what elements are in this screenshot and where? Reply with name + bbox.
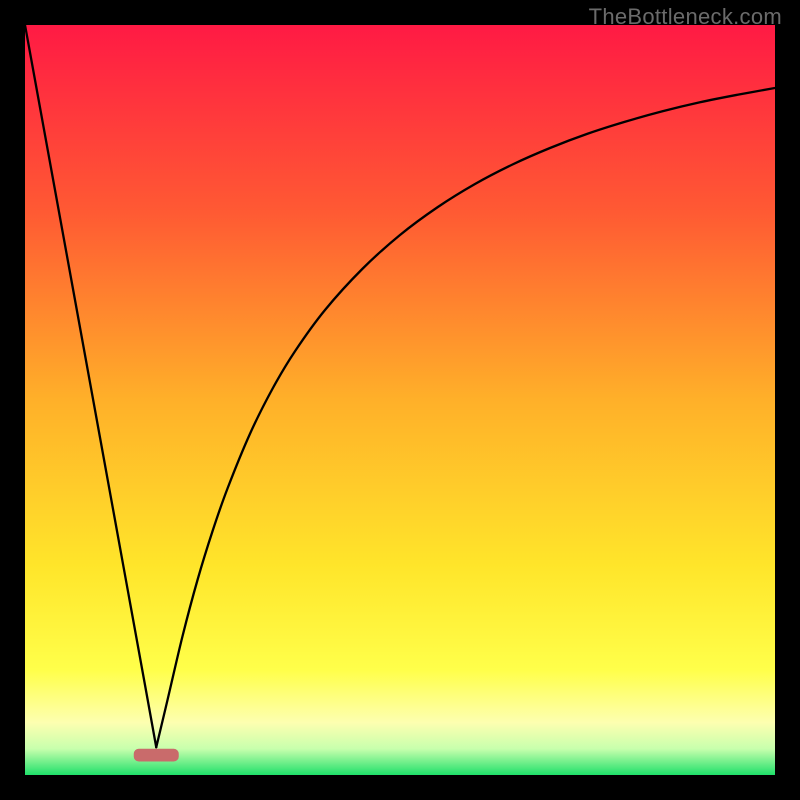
gradient-background <box>25 25 775 775</box>
bottom-band-highlight <box>134 749 179 762</box>
chart-frame: TheBottleneck.com <box>0 0 800 800</box>
plot-area <box>25 25 775 775</box>
chart-svg <box>25 25 775 775</box>
watermark-text: TheBottleneck.com <box>589 4 782 30</box>
